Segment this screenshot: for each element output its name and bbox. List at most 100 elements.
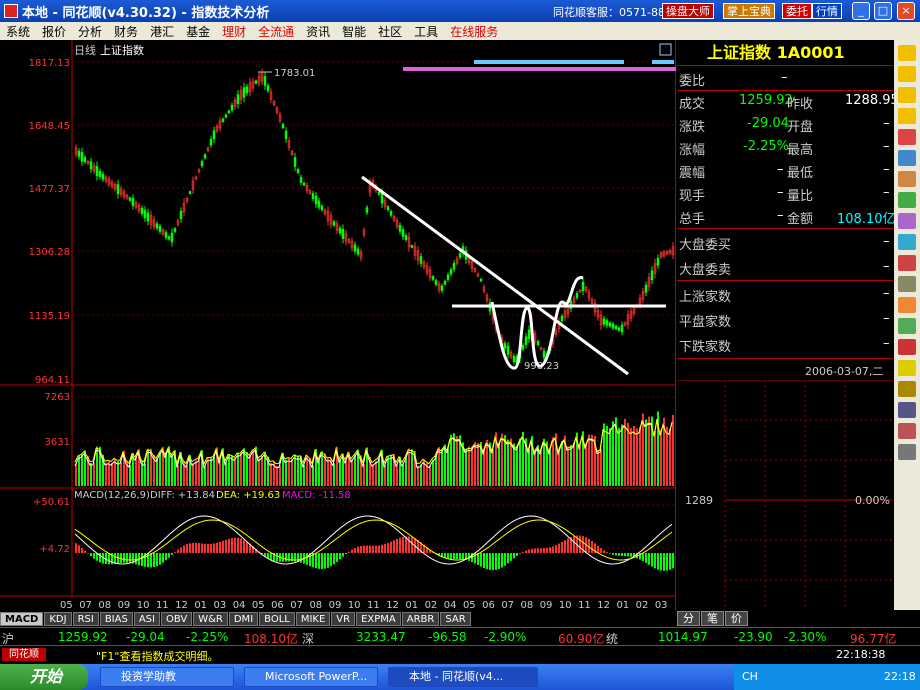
menu-fund[interactable]: 基金 bbox=[180, 23, 216, 40]
chart-maximize-icon[interactable] bbox=[659, 43, 672, 56]
tab-expma[interactable]: EXPMA bbox=[356, 611, 401, 626]
book-icon[interactable] bbox=[898, 192, 916, 208]
maximize-button[interactable]: □ bbox=[874, 2, 892, 20]
task-tutor[interactable]: 投资学助教 bbox=[100, 667, 234, 687]
tab-rsi[interactable]: RSI bbox=[72, 611, 99, 626]
x-axis-label: 07 bbox=[290, 600, 303, 610]
arrow-right-icon[interactable] bbox=[898, 108, 916, 124]
tab-sar[interactable]: SAR bbox=[440, 611, 471, 626]
ticker-sz-price: 3233.47 bbox=[356, 630, 406, 644]
minute-chart-icon[interactable] bbox=[898, 150, 916, 166]
x-axis-label: 05 bbox=[60, 600, 73, 610]
quotes-button[interactable]: 行情 bbox=[812, 3, 842, 19]
tab-boll[interactable]: BOLL bbox=[259, 611, 295, 626]
menu-hk-fx[interactable]: 港汇 bbox=[144, 23, 180, 40]
menu-community[interactable]: 社区 bbox=[372, 23, 408, 40]
trading-master-button[interactable]: 操盘大师 bbox=[662, 3, 714, 19]
tab-tick[interactable]: 笔 bbox=[701, 611, 724, 626]
arrow-up-icon[interactable] bbox=[898, 45, 916, 61]
settings-icon[interactable] bbox=[898, 444, 916, 460]
system-tray: CH 22:18 bbox=[734, 664, 920, 690]
minimize-button[interactable]: _ bbox=[852, 2, 870, 20]
volume-ratio-label: 量比 bbox=[787, 189, 814, 204]
macd-title: MACD(12,26,9) bbox=[74, 490, 150, 501]
arrow-left-icon[interactable] bbox=[898, 87, 916, 103]
grid-icon[interactable] bbox=[898, 234, 916, 250]
title-bar: 本地 - 同花顺(v4.30.32) - 指数技术分析 同花顺客服：0571-8… bbox=[0, 0, 920, 22]
kline-chart-area[interactable]: 日线 上证指数 1817.13 1648.45 1477.37 1306.28 … bbox=[0, 40, 676, 610]
compass-icon[interactable] bbox=[898, 297, 916, 313]
menu-finance[interactable]: 财务 bbox=[108, 23, 144, 40]
tab-asi[interactable]: ASI bbox=[133, 611, 160, 626]
tab-dmi[interactable]: DMI bbox=[228, 611, 259, 626]
tab-price[interactable]: 价 bbox=[725, 611, 748, 626]
trend-line bbox=[361, 175, 629, 376]
minus-icon[interactable] bbox=[898, 339, 916, 355]
menu-news[interactable]: 资讯 bbox=[300, 23, 336, 40]
x-axis-label: 10 bbox=[559, 600, 572, 610]
x-axis-label: 11 bbox=[156, 600, 169, 610]
x-axis-label: 12 bbox=[597, 600, 610, 610]
language-indicator[interactable]: CH bbox=[742, 670, 758, 683]
menu-smart[interactable]: 智能 bbox=[336, 23, 372, 40]
menu-quotes[interactable]: 报价 bbox=[36, 23, 72, 40]
arrow-down-icon[interactable] bbox=[898, 66, 916, 82]
amplitude-value: – bbox=[777, 162, 784, 177]
x-axis-label: 01 bbox=[194, 600, 207, 610]
chart-period: 日线 bbox=[74, 43, 96, 57]
tab-mike[interactable]: MIKE bbox=[295, 611, 331, 626]
task-tonghuashun[interactable]: 本地 - 同花顺(v4... bbox=[388, 667, 538, 687]
ticker-ty-change: -23.90 bbox=[734, 630, 773, 644]
tab-kdj[interactable]: KDJ bbox=[44, 611, 72, 626]
menu-wealth[interactable]: 理财 bbox=[216, 23, 252, 40]
bid-label: 大盘委买 bbox=[679, 238, 732, 253]
tab-obv[interactable]: OBV bbox=[160, 611, 193, 626]
menu-system[interactable]: 系统 bbox=[0, 23, 36, 40]
menu-tools[interactable]: 工具 bbox=[408, 23, 444, 40]
minute-chart[interactable]: 1289 0.00% bbox=[677, 380, 893, 610]
advancers-label: 上涨家数 bbox=[679, 290, 732, 305]
frame-icon[interactable] bbox=[898, 402, 916, 418]
table-icon[interactable] bbox=[898, 213, 916, 229]
pencil-icon[interactable] bbox=[898, 381, 916, 397]
task-powerpoint[interactable]: Microsoft PowerP... bbox=[244, 667, 378, 687]
current-hand-label: 现手 bbox=[679, 189, 706, 204]
weibi-value: – bbox=[781, 70, 788, 85]
high-price-label: 1783.01 bbox=[274, 68, 315, 79]
tools-icon[interactable] bbox=[898, 423, 916, 439]
x-axis-label: 07 bbox=[79, 600, 92, 610]
order-button[interactable]: 委托 bbox=[782, 3, 812, 19]
prev-close-label: 昨收 bbox=[787, 97, 814, 112]
tab-macd[interactable]: MACD bbox=[0, 611, 44, 626]
status-clock: 22:18:38 bbox=[836, 648, 886, 661]
x-axis-label: 01 bbox=[405, 600, 418, 610]
ticker-sh-pct: -2.25% bbox=[186, 630, 229, 644]
bar-chart-icon[interactable] bbox=[898, 255, 916, 271]
kline-icon[interactable] bbox=[898, 129, 916, 145]
plus-icon[interactable] bbox=[898, 318, 916, 334]
low-value: – bbox=[883, 162, 890, 177]
start-button[interactable]: 开始 bbox=[0, 664, 88, 690]
x-axis-label: 12 bbox=[175, 600, 188, 610]
calendar-icon[interactable] bbox=[898, 276, 916, 292]
tab-arbr[interactable]: ARBR bbox=[401, 611, 440, 626]
tab-minute[interactable]: 分 bbox=[677, 611, 700, 626]
high-label: 最高 bbox=[787, 143, 814, 158]
close-button[interactable]: × bbox=[897, 2, 915, 20]
menu-analysis[interactable]: 分析 bbox=[72, 23, 108, 40]
ticker-sz-change: -96.58 bbox=[428, 630, 467, 644]
x-axis-label: 04 bbox=[233, 600, 246, 610]
macd-tick: +50.61 bbox=[33, 497, 70, 508]
mobile-button[interactable]: 掌上宝典 bbox=[723, 3, 775, 19]
tab-bias[interactable]: BIAS bbox=[99, 611, 133, 626]
last-price: 1259.92 bbox=[739, 93, 793, 108]
index-ticker[interactable]: 沪 1259.92 -29.04 -2.25% 108.10亿 深 3233.4… bbox=[0, 627, 920, 646]
menu-full-circulation[interactable]: 全流通 bbox=[252, 23, 300, 40]
tab-wr[interactable]: W&R bbox=[193, 611, 228, 626]
curve-icon[interactable] bbox=[898, 171, 916, 187]
chart-canvas[interactable]: 日线 上证指数 1817.13 1648.45 1477.37 1306.28 … bbox=[0, 40, 676, 610]
current-hand-value: – bbox=[777, 185, 784, 200]
tab-vr[interactable]: VR bbox=[331, 611, 356, 626]
menu-online-service[interactable]: 在线服务 bbox=[444, 23, 504, 40]
bell-icon[interactable] bbox=[898, 360, 916, 376]
